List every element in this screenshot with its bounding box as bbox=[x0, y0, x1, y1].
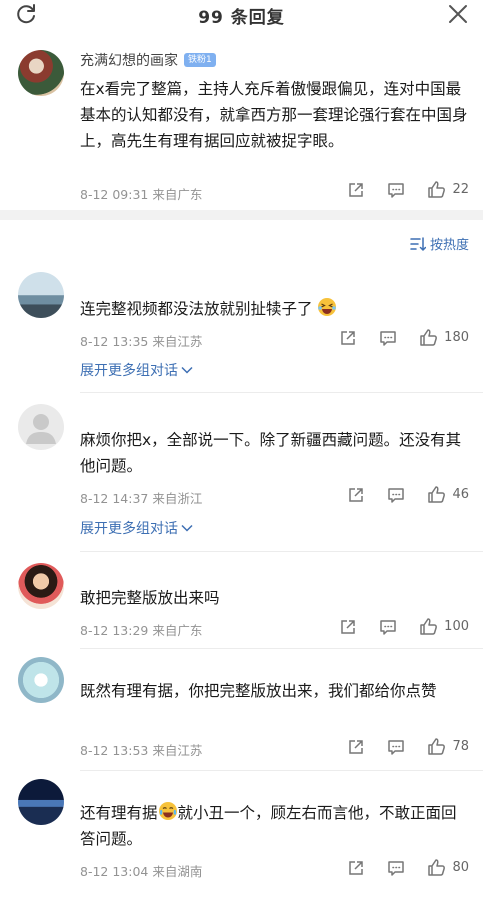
sort-icon bbox=[410, 236, 426, 251]
avatar[interactable] bbox=[18, 404, 64, 450]
like-button[interactable]: 22 bbox=[427, 180, 469, 199]
avatar[interactable] bbox=[18, 657, 64, 703]
divider bbox=[80, 551, 483, 552]
comment-icon bbox=[388, 860, 405, 876]
share-icon bbox=[349, 487, 364, 502]
comment-icon bbox=[388, 739, 405, 755]
share-button[interactable] bbox=[347, 738, 365, 756]
sort-button[interactable]: 按热度 bbox=[410, 234, 469, 253]
like-count: 46 bbox=[452, 487, 469, 502]
divider bbox=[80, 392, 483, 393]
share-button[interactable] bbox=[339, 618, 357, 636]
share-icon bbox=[341, 330, 355, 345]
thumbs-up-icon bbox=[428, 181, 446, 198]
list-item: 连完整视频都没法放就别扯犊子了 8-12 13:35 来自江苏 180 展开更多… bbox=[0, 268, 483, 393]
list-item: 麻烦你把x，全部说一下。除了新疆西藏问题。还没有其他问题。 8-12 14:37… bbox=[0, 399, 483, 552]
avatar[interactable] bbox=[18, 779, 64, 825]
like-button[interactable]: 46 bbox=[427, 485, 469, 504]
comment-actions: 78 bbox=[325, 737, 469, 756]
comment-text: 还有理有据 就小丑一个，顾左右而言他，不敢正面回答问题。 bbox=[80, 800, 472, 852]
share-button[interactable] bbox=[347, 486, 365, 504]
list-item: 敢把完整版放出来吗 8-12 13:29 来自广东 100 bbox=[0, 560, 483, 650]
comment-text: 麻烦你把x，全部说一下。除了新疆西藏问题。还没有其他问题。 bbox=[80, 431, 462, 475]
fan-badge: 铁粉1 bbox=[184, 53, 216, 67]
comment-meta: 8-12 09:31 来自广东 bbox=[80, 187, 203, 202]
like-button[interactable]: 180 bbox=[419, 328, 469, 347]
section-separator bbox=[0, 210, 483, 220]
comment-button[interactable] bbox=[387, 486, 405, 504]
comment-icon bbox=[388, 182, 405, 198]
avatar[interactable] bbox=[18, 563, 64, 609]
thumbs-up-icon bbox=[420, 618, 438, 635]
like-button[interactable]: 80 bbox=[427, 858, 469, 877]
close-icon[interactable] bbox=[447, 3, 469, 25]
share-icon bbox=[349, 860, 364, 875]
comment-actions: 80 bbox=[325, 858, 469, 877]
avatar[interactable] bbox=[18, 50, 64, 96]
comment-text: 既然有理有据，你把完整版放出来，我们都给你点赞 bbox=[80, 682, 437, 700]
comment-button[interactable] bbox=[379, 329, 397, 347]
page-title: 99 条回复 bbox=[198, 8, 285, 28]
username[interactable]: 充满幻想的画家 bbox=[80, 50, 178, 70]
like-count: 180 bbox=[444, 330, 469, 345]
chevron-down-icon bbox=[181, 524, 193, 532]
comment-button[interactable] bbox=[379, 618, 397, 636]
list-item: 既然有理有据，你把完整版放出来，我们都给你点赞 8-12 13:53 来自江苏 … bbox=[0, 654, 483, 772]
expand-replies-link[interactable]: 展开更多组对话 bbox=[80, 360, 193, 380]
thumbs-up-icon bbox=[428, 486, 446, 503]
share-icon bbox=[349, 182, 364, 197]
comment-button[interactable] bbox=[387, 738, 405, 756]
comment-meta: 8-12 14:37 来自浙江 bbox=[80, 491, 203, 506]
laughing-emoji-icon bbox=[318, 298, 337, 316]
comment-button[interactable] bbox=[387, 181, 405, 199]
default-avatar-icon bbox=[26, 414, 56, 444]
share-icon bbox=[349, 739, 364, 754]
chevron-down-icon bbox=[181, 366, 193, 374]
comment-icon bbox=[388, 487, 405, 503]
like-count: 80 bbox=[452, 860, 469, 875]
comment-actions: 180 bbox=[317, 328, 469, 347]
comment-actions: 100 bbox=[317, 617, 469, 636]
share-button[interactable] bbox=[347, 181, 365, 199]
like-count: 78 bbox=[452, 739, 469, 754]
comment-icon bbox=[380, 330, 396, 346]
user-row: 充满幻想的画家 铁粉1 bbox=[80, 50, 216, 70]
share-icon bbox=[341, 619, 355, 634]
like-count: 22 bbox=[452, 182, 469, 197]
thumbs-up-icon bbox=[420, 329, 438, 346]
share-button[interactable] bbox=[339, 329, 357, 347]
divider bbox=[80, 770, 483, 771]
like-button[interactable]: 78 bbox=[427, 737, 469, 756]
comment-meta: 8-12 13:53 来自江苏 bbox=[80, 743, 203, 758]
comment-actions: 22 bbox=[325, 180, 469, 199]
sort-label: 按热度 bbox=[429, 238, 469, 253]
comment-meta: 8-12 13:35 来自江苏 bbox=[80, 334, 203, 349]
comment-text: 敢把完整版放出来吗 bbox=[80, 589, 220, 607]
comment-icon bbox=[380, 619, 396, 635]
divider bbox=[80, 648, 483, 649]
crying-laughing-emoji-icon bbox=[158, 802, 177, 820]
pinned-comment: 充满幻想的画家 铁粉1 在x看完了整篇，主持人充斥着傲慢跟偏见，连对中国最基本的… bbox=[0, 38, 483, 208]
share-button[interactable] bbox=[347, 859, 365, 877]
comment-meta: 8-12 13:29 来自广东 bbox=[80, 623, 203, 638]
like-count: 100 bbox=[444, 619, 469, 634]
expand-replies-link[interactable]: 展开更多组对话 bbox=[80, 518, 193, 538]
header: 99 条回复 bbox=[0, 0, 483, 30]
comment-meta: 8-12 13:04 来自湖南 bbox=[80, 864, 203, 879]
thumbs-up-icon bbox=[428, 738, 446, 755]
comment-text: 在x看完了整篇，主持人充斥着傲慢跟偏见，连对中国最基本的认知都没有，就拿西方那一… bbox=[80, 80, 468, 150]
comment-actions: 46 bbox=[325, 485, 469, 504]
comment-text: 连完整视频都没法放就别扯犊子了 bbox=[80, 296, 472, 322]
thumbs-up-icon bbox=[428, 859, 446, 876]
avatar[interactable] bbox=[18, 272, 64, 318]
list-item: 还有理有据 就小丑一个，顾左右而言他，不敢正面回答问题。 8-12 13:04 来… bbox=[0, 776, 483, 900]
comment-button[interactable] bbox=[387, 859, 405, 877]
like-button[interactable]: 100 bbox=[419, 617, 469, 636]
